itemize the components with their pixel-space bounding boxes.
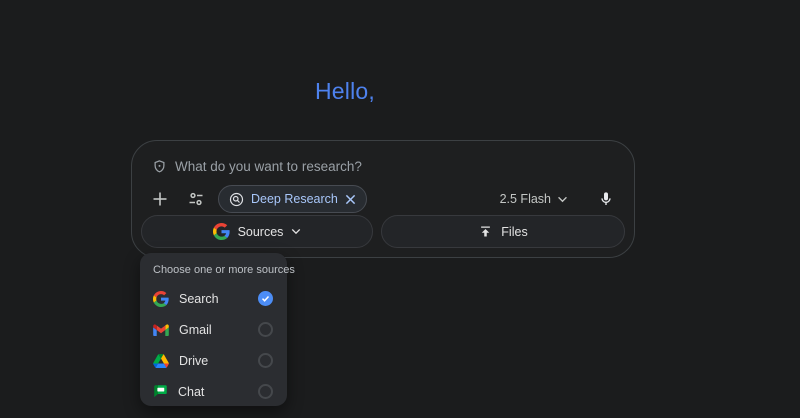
menu-item-drive[interactable]: Drive bbox=[140, 345, 287, 376]
sources-button[interactable]: Sources bbox=[141, 215, 373, 248]
chevron-down-icon bbox=[557, 196, 568, 203]
greeting-text: Hello, bbox=[0, 78, 690, 105]
chevron-down-icon bbox=[291, 228, 301, 235]
menu-item-label: Chat bbox=[178, 385, 248, 399]
prompt-composer[interactable]: What do you want to research? bbox=[131, 140, 635, 258]
tune-sliders-icon bbox=[188, 191, 204, 207]
files-button[interactable]: Files bbox=[381, 215, 625, 248]
gmail-icon bbox=[153, 324, 169, 336]
close-icon[interactable] bbox=[345, 194, 356, 205]
tools-button[interactable] bbox=[182, 185, 210, 213]
gemini-deep-research-screen: Hello, What do you want to research? bbox=[0, 0, 800, 418]
plus-icon bbox=[152, 191, 168, 207]
sources-button-label: Sources bbox=[238, 225, 284, 239]
sources-menu-header: Choose one or more sources bbox=[140, 262, 287, 283]
prompt-placeholder: What do you want to research? bbox=[175, 159, 362, 174]
radio-unchecked-icon[interactable] bbox=[258, 384, 273, 399]
google-drive-icon bbox=[153, 354, 169, 368]
radio-unchecked-icon[interactable] bbox=[258, 322, 273, 337]
check-circle-icon[interactable] bbox=[258, 291, 273, 306]
sources-menu: Choose one or more sources Search bbox=[140, 253, 287, 406]
menu-item-label: Gmail bbox=[179, 323, 248, 337]
menu-item-search[interactable]: Search bbox=[140, 283, 287, 314]
files-button-label: Files bbox=[501, 225, 527, 239]
menu-item-gmail[interactable]: Gmail bbox=[140, 314, 287, 345]
model-selector[interactable]: 2.5 Flash bbox=[494, 188, 574, 210]
prompt-input[interactable]: What do you want to research? bbox=[152, 156, 614, 176]
deep-research-chip-label: Deep Research bbox=[251, 192, 338, 206]
menu-item-chat[interactable]: Chat bbox=[140, 376, 287, 407]
menu-item-label: Search bbox=[179, 292, 248, 306]
composer-toolbar: Deep Research 2.5 Flash bbox=[146, 185, 620, 213]
radio-unchecked-icon[interactable] bbox=[258, 353, 273, 368]
microphone-icon bbox=[598, 191, 614, 207]
upload-icon bbox=[478, 224, 493, 239]
add-button[interactable] bbox=[146, 185, 174, 213]
mic-button[interactable] bbox=[592, 185, 620, 213]
model-selector-value: 2.5 Flash bbox=[500, 192, 551, 206]
composer-actions: Sources Files bbox=[141, 215, 625, 248]
menu-item-label: Drive bbox=[179, 354, 248, 368]
deep-research-chip[interactable]: Deep Research bbox=[218, 185, 367, 213]
shield-research-icon bbox=[152, 159, 167, 174]
google-g-icon bbox=[153, 291, 169, 307]
deep-research-icon bbox=[229, 192, 244, 207]
google-g-icon bbox=[213, 223, 230, 240]
google-chat-icon bbox=[153, 384, 168, 399]
